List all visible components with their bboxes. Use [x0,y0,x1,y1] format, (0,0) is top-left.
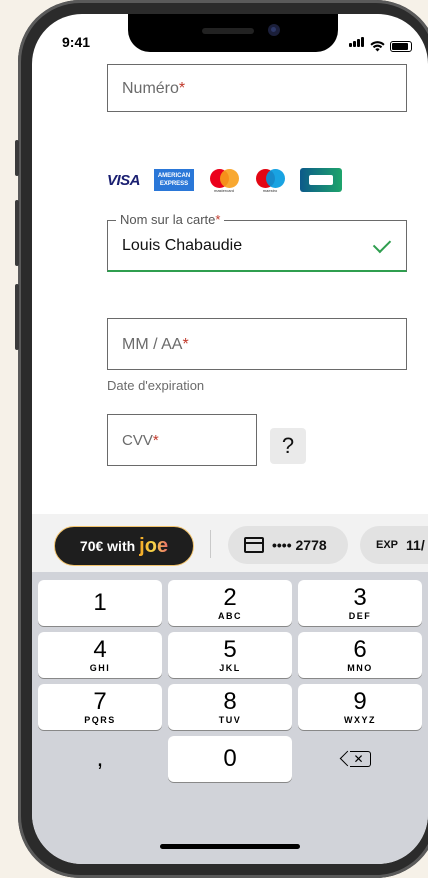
cardholder-name-field[interactable]: Nom sur la carte* Louis Chabaudie [107,212,407,272]
key-letters: ABC [218,610,242,621]
key-digit: 2 [223,583,237,611]
key-digit: 8 [223,687,237,715]
signal-icon [349,34,365,52]
speaker [202,28,254,34]
key-1[interactable]: 1 [38,580,162,626]
key-digit: 9 [353,687,367,715]
cardholder-name-label-text: Nom sur la carte [120,212,216,227]
checkmark-icon [372,234,392,254]
delete-key[interactable]: ✕ [298,736,422,782]
card-number-placeholder-text: Numéro [122,80,179,97]
key-letters: DEF [348,610,372,621]
key-letters: WXYZ [344,714,376,725]
key-0[interactable]: 0 [168,736,292,782]
key-digit: , [96,745,104,772]
cvv-placeholder-text: CVV [122,432,153,449]
key-digit: 4 [93,635,107,663]
mastercard-logo: mastercard [208,169,240,193]
card-number-field[interactable]: Numéro* [107,64,407,112]
status-time: 9:41 [62,34,91,50]
key-5[interactable]: 5 JKL [168,632,292,678]
cvv-field[interactable]: CVV* [107,414,257,466]
status-icons [349,34,412,52]
card-number-placeholder: Numéro* [122,80,185,98]
divider [210,530,211,558]
cb-logo [300,168,343,192]
key-digit: 7 [93,687,107,715]
key-digit: 6 [353,635,367,663]
joe-logo: joe [139,534,169,557]
visa-logo: VISA [107,171,141,189]
cvv-placeholder: CVV* [122,432,159,449]
key-letters: PQRS [84,714,116,725]
key-4[interactable]: 4 GHI [38,632,162,678]
joe-offer-text: 70€ with [79,538,136,554]
key-letters: TUV [218,714,242,725]
backspace-icon: ✕ [349,751,371,767]
key-digit: 0 [223,745,237,772]
battery-icon [390,41,412,52]
maestro-logo: maestro [254,169,286,193]
key-letters: GHI [89,662,111,673]
key-2[interactable]: 2 ABC [168,580,292,626]
numeric-keyboard: 1 2 ABC 3 DEF 4 GHI 5 JKL 6 MNO 7 PQRS 8 TUV 9W… [32,572,428,864]
cardholder-name-value: Louis Chabaudie [122,237,243,254]
home-indicator[interactable] [160,844,300,849]
key-letters: MNO [347,662,373,673]
wifi-icon [370,41,385,52]
cardholder-name-label: Nom sur la carte* [116,212,225,227]
saved-expiry-button[interactable]: EXP 11/ [360,526,428,564]
expiry-placeholder-text: MM / AA [122,336,183,353]
key-3[interactable]: 3 DEF [298,580,422,626]
autofill-bar: 70€ with joe •••• 2778 EXP 11/ [32,514,428,572]
key-comma[interactable]: , [38,736,162,782]
key-6[interactable]: 6 MNO [298,632,422,678]
saved-card-button[interactable]: •••• 2778 [228,526,348,564]
key-digit: 5 [223,635,237,663]
volume-up-button [15,200,19,266]
key-letters: JKL [219,662,241,673]
key-7[interactable]: 7 PQRS [38,684,162,730]
cvv-help-button[interactable]: ? [270,428,306,464]
saved-expiry-prefix: EXP [376,539,399,551]
mute-switch [15,140,19,176]
saved-card-label: •••• 2778 [272,537,327,553]
key-9[interactable]: 9 WXYZ [298,684,422,730]
expiry-hint: Date d'expiration [107,378,205,393]
key-digit: 1 [93,589,107,616]
status-bar: 9:41 [32,14,428,64]
key-8[interactable]: 8 TUV [168,684,292,730]
required-mark: * [152,432,159,449]
phone-frame: 9:41 Numéro* VISA AMERICAN EXPRESS master… [15,0,428,878]
required-mark: * [215,212,221,227]
required-mark: * [178,80,186,97]
joe-offer-button[interactable]: 70€ with joe [54,526,194,566]
notch [128,14,338,52]
required-mark: * [182,336,189,353]
amex-logo: AMERICAN EXPRESS [154,169,195,191]
credit-card-icon [244,537,264,553]
expiry-placeholder: MM / AA* [122,336,189,354]
key-digit: 3 [353,583,367,611]
expiry-field[interactable]: MM / AA* [107,318,407,370]
camera-icon [268,24,280,36]
screen: 9:41 Numéro* VISA AMERICAN EXPRESS master… [32,14,428,864]
card-brands: VISA AMERICAN EXPRESS mastercard maestro [107,168,343,193]
saved-expiry-value: 11/ [406,537,425,553]
volume-down-button [15,284,19,350]
